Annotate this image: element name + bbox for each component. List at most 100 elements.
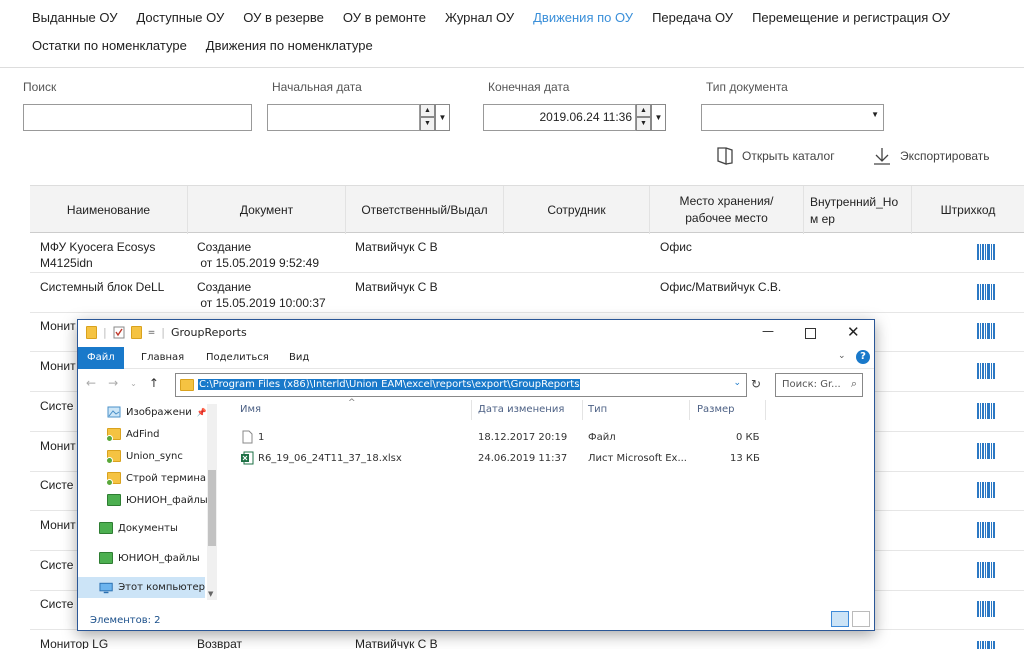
nav-tab[interactable]: Журнал ОУ (445, 10, 514, 25)
barcode-icon[interactable] (977, 521, 995, 538)
new-folder-icon[interactable] (130, 326, 142, 339)
column-header[interactable]: Внутренний_Ном ер (804, 186, 912, 234)
end-date-input[interactable]: 2019.06.24 11:36 (483, 104, 636, 131)
column-header[interactable]: Ответственный/Выдал (346, 186, 504, 234)
barcode-icon[interactable] (977, 482, 995, 499)
forward-arrow-icon[interactable]: → (108, 376, 118, 390)
start-date-input[interactable] (267, 104, 420, 131)
column-name[interactable]: Имя (240, 404, 261, 415)
column-header[interactable]: Место хранения/ рабочее место (650, 186, 804, 234)
column-date[interactable]: Дата изменения (478, 404, 564, 415)
refresh-icon[interactable]: ↻ (751, 377, 761, 391)
column-size[interactable]: Размер (697, 404, 735, 415)
properties-icon[interactable] (113, 326, 125, 339)
calendar-dropdown-icon[interactable]: ▼ (651, 104, 666, 131)
barcode-icon[interactable] (977, 442, 995, 459)
cell-name: Монит (40, 359, 76, 374)
folder-icon (86, 326, 97, 339)
nav-item-stroy[interactable]: Строй термина (106, 472, 206, 486)
help-icon[interactable]: ? (856, 350, 870, 364)
nav-item-union-sync[interactable]: Union_sync (106, 450, 183, 464)
nav-item-adfind[interactable]: AdFind (106, 428, 160, 442)
recent-dropdown-icon[interactable]: ⌄ (130, 379, 137, 390)
barcode-icon[interactable] (977, 244, 995, 260)
nav-item-union-files[interactable]: ЮНИОН_файлы (107, 494, 208, 506)
barcode-icon[interactable] (977, 323, 995, 340)
scroll-down-icon[interactable]: ▼ (208, 590, 213, 598)
large-icons-view-icon[interactable] (852, 611, 870, 627)
table-row[interactable]: Системный блок DeLL Создание от 15.05.201… (30, 273, 1024, 313)
column-header[interactable]: Штрихкод (912, 186, 1024, 234)
nav-tab[interactable]: Перемещение и регистрация ОУ (752, 10, 950, 25)
table-row[interactable]: Монитор LG Возврат Матвийчук С В (30, 631, 1024, 649)
nav-tab[interactable]: ОУ в резерве (243, 10, 324, 25)
nav-tab[interactable]: Движения по номенклатуре (206, 38, 373, 53)
search-label: Поиск (23, 80, 57, 94)
close-icon[interactable]: ✕ (847, 323, 860, 341)
cell-name: Систе (40, 597, 74, 612)
search-input[interactable] (23, 104, 252, 131)
barcode-icon[interactable] (977, 283, 995, 300)
tab-home[interactable]: Главная (132, 347, 193, 369)
column-type[interactable]: Тип (588, 404, 607, 415)
nav-row-2: Остатки по номенклатуре Движения по номен… (32, 38, 392, 53)
address-dropdown-icon[interactable]: ⌄ (733, 378, 741, 388)
open-catalog-button[interactable]: Открыть каталог (716, 146, 835, 166)
scrollbar-thumb[interactable] (208, 470, 216, 546)
barcode-icon[interactable] (977, 363, 995, 380)
folder-sync-icon (106, 450, 121, 464)
tab-share[interactable]: Поделиться (197, 347, 278, 369)
calendar-dropdown-icon[interactable]: ▼ (435, 104, 450, 131)
column-header[interactable]: Документ (188, 186, 346, 234)
nav-tab[interactable]: Выданные ОУ (32, 10, 117, 25)
doctype-select[interactable]: ▼ (701, 104, 884, 131)
nav-tab[interactable]: ОУ в ремонте (343, 10, 426, 25)
cell-name: МФУ Kyocera Ecosys M4125idn (40, 240, 156, 270)
barcode-icon[interactable] (977, 601, 995, 618)
nav-scrollbar[interactable]: ▼ (207, 404, 217, 600)
cell-name: Монитор LG (40, 637, 109, 649)
maximize-icon[interactable] (805, 328, 816, 339)
spin-down-icon[interactable]: ▼ (420, 117, 435, 131)
ribbon-expand-icon[interactable]: ⌄ (838, 351, 846, 361)
quick-access-dropdown-icon[interactable]: = (148, 328, 156, 338)
nav-item-documents[interactable]: Документы (99, 522, 178, 534)
spin-up-icon[interactable]: ▲ (420, 104, 435, 117)
address-bar[interactable]: C:\Program Files (x86)\Interld\Union EAM… (175, 373, 747, 397)
up-arrow-icon[interactable]: ↑ (149, 376, 159, 390)
navigation-pane: Изображени 📌 AdFind Union_sync Строй тер… (78, 402, 219, 600)
nav-tab[interactable]: Остатки по номенклатуре (32, 38, 187, 53)
column-header[interactable]: Наименование (30, 186, 188, 234)
nav-tab[interactable]: Движения по ОУ (533, 10, 633, 25)
barcode-icon[interactable] (977, 641, 995, 649)
nav-item-union-files-2[interactable]: ЮНИОН_файлы (99, 552, 200, 564)
barcode-icon[interactable] (977, 402, 995, 419)
window-titlebar[interactable]: | = | GroupReports — ✕ (78, 320, 874, 346)
excel-icon (241, 451, 254, 465)
nav-item-this-pc[interactable]: Этот компьютер (78, 577, 205, 598)
column-header[interactable]: Сотрудник (504, 186, 650, 234)
spin-down-icon[interactable]: ▼ (636, 117, 651, 131)
nav-tab[interactable]: Доступные ОУ (136, 10, 224, 25)
file-explorer-window[interactable]: | = | GroupReports — ✕ Файл Главная Поде… (77, 319, 875, 631)
details-view-icon[interactable] (831, 611, 849, 627)
table-row[interactable]: МФУ Kyocera Ecosys M4125idn Создание от 15… (30, 234, 1024, 273)
address-path[interactable]: C:\Program Files (x86)\Interld\Union EAM… (198, 379, 581, 390)
end-date-spinner[interactable]: ▲ ▼ ▼ (636, 104, 666, 131)
cell-name: Монит (40, 517, 76, 532)
search-box[interactable]: Поиск: Gr... ⌕ (775, 373, 863, 397)
column-divider (765, 400, 766, 420)
chevron-down-icon: ▼ (871, 110, 879, 119)
nav-item-pictures[interactable]: Изображени 📌 (107, 406, 207, 418)
tab-file[interactable]: Файл (78, 347, 124, 369)
start-date-spinner[interactable]: ▲ ▼ ▼ (420, 104, 450, 131)
barcode-icon[interactable] (977, 561, 995, 578)
back-arrow-icon[interactable]: ← (86, 376, 96, 390)
tab-view[interactable]: Вид (280, 347, 318, 369)
column-divider (582, 400, 583, 420)
export-button[interactable]: Экспортировать (872, 146, 990, 166)
nav-tab[interactable]: Передача ОУ (652, 10, 733, 25)
minimize-icon[interactable]: — (762, 324, 774, 338)
spin-up-icon[interactable]: ▲ (636, 104, 651, 117)
column-divider (471, 400, 472, 420)
